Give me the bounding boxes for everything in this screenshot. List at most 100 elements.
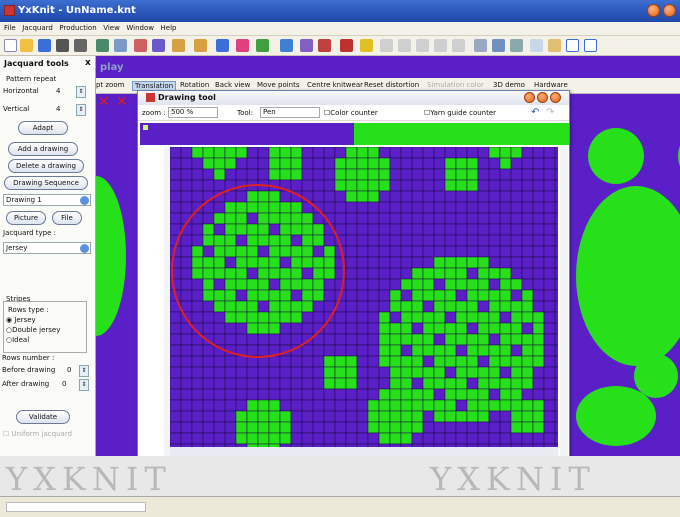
grid-cell[interactable] [367, 366, 380, 379]
grid-cell[interactable] [411, 355, 424, 368]
grid-cell[interactable] [554, 355, 558, 368]
line-tool-icon[interactable] [340, 39, 353, 52]
grid-cell[interactable] [312, 388, 325, 401]
grid-cell[interactable] [224, 377, 237, 390]
grid-cell[interactable] [180, 333, 193, 346]
grid-cell[interactable] [345, 289, 358, 302]
grid-cell[interactable] [235, 201, 248, 214]
dw-minimize-button[interactable] [524, 92, 535, 103]
grid-cell[interactable] [488, 179, 501, 192]
grid-cell[interactable] [323, 399, 336, 412]
grid-cell[interactable] [202, 179, 215, 192]
grid-cell[interactable] [466, 399, 479, 412]
grid-cell[interactable] [411, 399, 424, 412]
grid-cell[interactable] [170, 322, 182, 335]
grid-cell[interactable] [444, 289, 457, 302]
grid-cell[interactable] [411, 234, 424, 247]
grid-cell[interactable] [356, 344, 369, 357]
grid-cell[interactable] [378, 355, 391, 368]
grid-cell[interactable] [323, 267, 336, 280]
grid-cell[interactable] [246, 399, 259, 412]
grid-cell[interactable] [532, 300, 545, 313]
grid-cell[interactable] [378, 212, 391, 225]
grid-cell[interactable] [521, 179, 534, 192]
grid-cell[interactable] [488, 201, 501, 214]
grid-cell[interactable] [224, 223, 237, 236]
grid-cell[interactable] [422, 322, 435, 335]
grid-cell[interactable] [422, 223, 435, 236]
grid-cell[interactable] [257, 311, 270, 324]
grid-cell[interactable] [312, 190, 325, 203]
grid-cell[interactable] [246, 289, 259, 302]
grid-cell[interactable] [356, 432, 369, 445]
grid-cell[interactable] [400, 223, 413, 236]
grid-cell[interactable] [268, 157, 281, 170]
grid-cell[interactable] [356, 300, 369, 313]
grid-cell[interactable] [257, 223, 270, 236]
grid-cell[interactable] [213, 168, 226, 181]
grid-cell[interactable] [224, 399, 237, 412]
grid-cell[interactable] [290, 421, 303, 434]
grid-cell[interactable] [367, 388, 380, 401]
grid-cell[interactable] [499, 168, 512, 181]
grid-cell[interactable] [554, 278, 558, 291]
tool-disabled-icon[interactable] [452, 39, 465, 52]
validate-button[interactable]: Validate [16, 410, 70, 424]
grid-cell[interactable] [477, 278, 490, 291]
grid-cell[interactable] [301, 223, 314, 236]
grid-cell[interactable] [367, 223, 380, 236]
grid-cell[interactable] [323, 432, 336, 445]
grid-cell[interactable] [257, 147, 270, 159]
grid-cell[interactable] [202, 147, 215, 159]
grid-cell[interactable] [378, 234, 391, 247]
grid-cell[interactable] [389, 322, 402, 335]
grid-cell[interactable] [257, 267, 270, 280]
grid-cell[interactable] [521, 300, 534, 313]
zoom-icon[interactable] [492, 39, 505, 52]
grid-cell[interactable] [378, 421, 391, 434]
grid-cell[interactable] [290, 289, 303, 302]
grid-cell[interactable] [455, 267, 468, 280]
radio-jersey[interactable]: ◉ Jersey [6, 316, 36, 324]
grid-cell[interactable] [510, 421, 523, 434]
grid-cell[interactable] [422, 168, 435, 181]
grid-cell[interactable] [301, 245, 314, 258]
grid-cell[interactable] [257, 410, 270, 423]
grid-cell[interactable] [411, 388, 424, 401]
grid-cell[interactable] [521, 311, 534, 324]
grid-cell[interactable] [389, 245, 402, 258]
grid-cell[interactable] [334, 366, 347, 379]
grid-cell[interactable] [170, 201, 182, 214]
tab-centre-knitwear[interactable]: Centre knitwear [307, 81, 363, 89]
grid-cell[interactable] [543, 366, 556, 379]
grid-cell[interactable] [301, 311, 314, 324]
grid-cell[interactable] [389, 366, 402, 379]
grid-cell[interactable] [466, 234, 479, 247]
grid-cell[interactable] [246, 256, 259, 269]
grid-cell[interactable] [532, 256, 545, 269]
grid-cell[interactable] [356, 157, 369, 170]
grid-cell[interactable] [268, 147, 281, 159]
grid-cell[interactable] [488, 212, 501, 225]
grid-cell[interactable] [180, 432, 193, 445]
grid-cell[interactable] [224, 245, 237, 258]
grid-cell[interactable] [268, 190, 281, 203]
grid-cell[interactable] [510, 388, 523, 401]
grid-cell[interactable] [367, 179, 380, 192]
grid-cell[interactable] [488, 157, 501, 170]
grid-cell[interactable] [279, 256, 292, 269]
grid-cell[interactable] [378, 267, 391, 280]
grid-cell[interactable] [477, 168, 490, 181]
grid-cell[interactable] [290, 267, 303, 280]
grid-cell[interactable] [334, 223, 347, 236]
grid-cell[interactable] [202, 410, 215, 423]
grid-cell[interactable] [191, 157, 204, 170]
grid-cell[interactable] [543, 388, 556, 401]
color-swatch-purple[interactable] [140, 123, 354, 145]
grid-cell[interactable] [356, 223, 369, 236]
horizontal-value[interactable]: 4 [56, 87, 60, 95]
grid-cell[interactable] [356, 245, 369, 258]
grid-cell[interactable] [444, 147, 457, 159]
grid-cell[interactable] [334, 344, 347, 357]
grid-cell[interactable] [510, 344, 523, 357]
